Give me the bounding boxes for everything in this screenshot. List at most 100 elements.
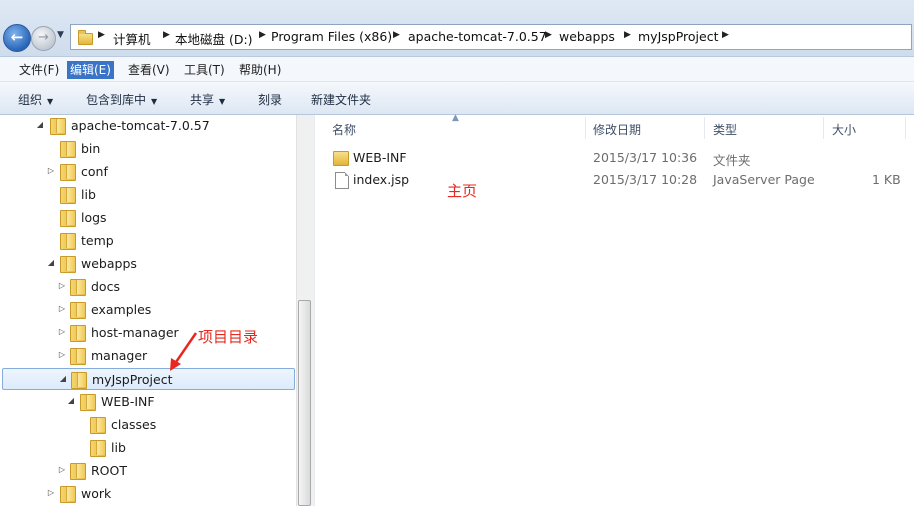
collapse-arrow-icon[interactable]: ◢ [67,396,75,405]
menu-edit[interactable]: 编辑(E) [67,61,114,79]
tree-item-label: ROOT [91,463,127,478]
list-item[interactable]: index.jsp 2015/3/17 10:28 JavaServer Pag… [315,169,914,191]
menu-view[interactable]: 查看(V) [125,61,173,79]
chevron-right-icon[interactable]: ▶ [722,30,729,40]
tree-item-temp[interactable]: temp [0,230,296,252]
tree-item-classes[interactable]: classes [0,414,296,436]
menu-file[interactable]: 文件(F) [16,61,62,79]
column-separator[interactable] [905,117,906,139]
back-button[interactable]: ← [3,24,31,52]
column-header-modified[interactable]: 修改日期 [593,121,641,138]
recent-pages-dropdown-icon[interactable]: ▼ [57,30,64,40]
tree-item-label: conf [81,164,108,179]
folder-icon [60,233,76,250]
column-header-type[interactable]: 类型 [713,121,737,138]
file-list: ▲ 名称 修改日期 类型 大小 WEB-INF 2015/3/17 10:36 … [315,113,914,506]
tree-item-web-inf-lib[interactable]: lib [0,437,296,459]
chevron-right-icon[interactable]: ▶ [624,30,631,40]
breadcrumb-local-disk[interactable]: 本地磁盘 (D:) [175,29,253,48]
address-toolbar: ← → ▼ ▶ 计算机 ▶ 本地磁盘 (D:) ▶ Program Files … [0,0,914,57]
expand-arrow-icon[interactable]: ▷ [58,327,66,336]
back-arrow-icon: ← [10,28,24,46]
breadcrumb-tomcat[interactable]: apache-tomcat-7.0.57 [408,29,547,44]
collapse-arrow-icon[interactable]: ◢ [59,374,67,383]
tree-item-label: webapps [81,256,137,271]
address-bar[interactable]: ▶ 计算机 ▶ 本地磁盘 (D:) ▶ Program Files (x86) … [70,24,912,50]
expand-arrow-icon[interactable]: ▷ [58,350,66,359]
expand-arrow-icon[interactable]: ▷ [47,488,55,497]
folder-icon [70,279,86,296]
share-button[interactable]: 共享 ▼ [190,91,225,108]
tree-item-label: lib [81,187,96,202]
expand-arrow-icon[interactable]: ▷ [58,304,66,313]
include-library-label: 包含到库中 [86,93,147,107]
breadcrumb-myjspproject[interactable]: myJspProject [638,29,718,44]
tree-item-label: classes [111,417,157,432]
folder-icon [60,164,76,181]
breadcrumb-computer[interactable]: 计算机 [113,29,151,48]
tree-item-lib[interactable]: lib [0,184,296,206]
folder-icon [70,463,86,480]
folder-icon [70,325,86,342]
tree-item-root[interactable]: ▷ ROOT [0,460,296,482]
file-size: 1 KB [872,172,901,187]
collapse-arrow-icon[interactable]: ◢ [36,120,44,129]
menu-tools[interactable]: 工具(T) [181,61,228,79]
tree-item-docs[interactable]: ▷ docs [0,276,296,298]
tree-item-manager[interactable]: ▷ manager [0,345,296,367]
chevron-down-icon: ▼ [219,97,226,106]
chevron-right-icon[interactable]: ▶ [163,30,170,40]
tree-item-label: logs [81,210,107,225]
tree-item-label: apache-tomcat-7.0.57 [71,118,210,133]
annotation-arrow-icon [170,332,198,371]
list-item[interactable]: WEB-INF 2015/3/17 10:36 文件夹 [315,147,914,169]
include-in-library-button[interactable]: 包含到库中 ▼ [86,91,157,108]
nav-scrollbar-thumb[interactable] [298,300,311,506]
organize-button[interactable]: 组织 ▼ [18,91,53,108]
navigation-pane: ◢ apache-tomcat-7.0.57 bin ▷ conf lib lo… [0,115,314,506]
file-type: 文件夹 [713,153,751,168]
folder-icon [60,187,76,204]
tree-item-examples[interactable]: ▷ examples [0,299,296,321]
column-separator[interactable] [704,117,705,139]
chevron-right-icon[interactable]: ▶ [545,30,552,40]
folder-icon [60,141,76,158]
chevron-right-icon[interactable]: ▶ [393,30,400,40]
tree-item-web-inf[interactable]: ◢ WEB-INF [0,391,296,413]
folder-icon [80,394,96,411]
tree-item-logs[interactable]: logs [0,207,296,229]
menu-help[interactable]: 帮助(H) [236,61,284,79]
tree-item-conf[interactable]: ▷ conf [0,161,296,183]
expand-arrow-icon[interactable]: ▷ [58,281,66,290]
collapse-arrow-icon[interactable]: ◢ [47,258,55,267]
folder-icon [70,302,86,319]
tree-item-label: examples [91,302,152,317]
folder-icon [50,118,66,135]
tree-item-work[interactable]: ▷ work [0,483,296,505]
expand-arrow-icon[interactable]: ▷ [58,465,66,474]
file-name: WEB-INF [353,150,407,165]
chevron-right-icon[interactable]: ▶ [98,30,105,40]
new-folder-button[interactable]: 新建文件夹 [311,91,371,108]
column-separator[interactable] [585,117,586,139]
file-modified: 2015/3/17 10:36 [593,150,698,165]
burn-button[interactable]: 刻录 [258,91,282,108]
tree-item-bin[interactable]: bin [0,138,296,160]
column-separator[interactable] [823,117,824,139]
file-modified: 2015/3/17 10:28 [593,172,698,187]
sort-ascending-icon: ▲ [452,113,459,123]
tree-item-myjspproject[interactable]: ◢ myJspProject [2,368,295,390]
file-type: JavaServer Page [713,172,815,187]
column-header-name[interactable]: 名称 [332,121,356,138]
tree-item-apache-tomcat[interactable]: ◢ apache-tomcat-7.0.57 [0,115,296,137]
expand-arrow-icon[interactable]: ▷ [47,166,55,175]
forward-button[interactable]: → [31,26,56,51]
column-header-size[interactable]: 大小 [832,121,856,138]
breadcrumb-program-files[interactable]: Program Files (x86) [271,29,392,44]
breadcrumb-webapps[interactable]: webapps [559,29,615,44]
menu-bar: 文件(F) 编辑(E) 查看(V) 工具(T) 帮助(H) [0,57,914,82]
share-label: 共享 [190,93,215,107]
annotation-home-page: 主页 [447,182,478,200]
chevron-right-icon[interactable]: ▶ [259,30,266,40]
tree-item-webapps[interactable]: ◢ webapps [0,253,296,275]
